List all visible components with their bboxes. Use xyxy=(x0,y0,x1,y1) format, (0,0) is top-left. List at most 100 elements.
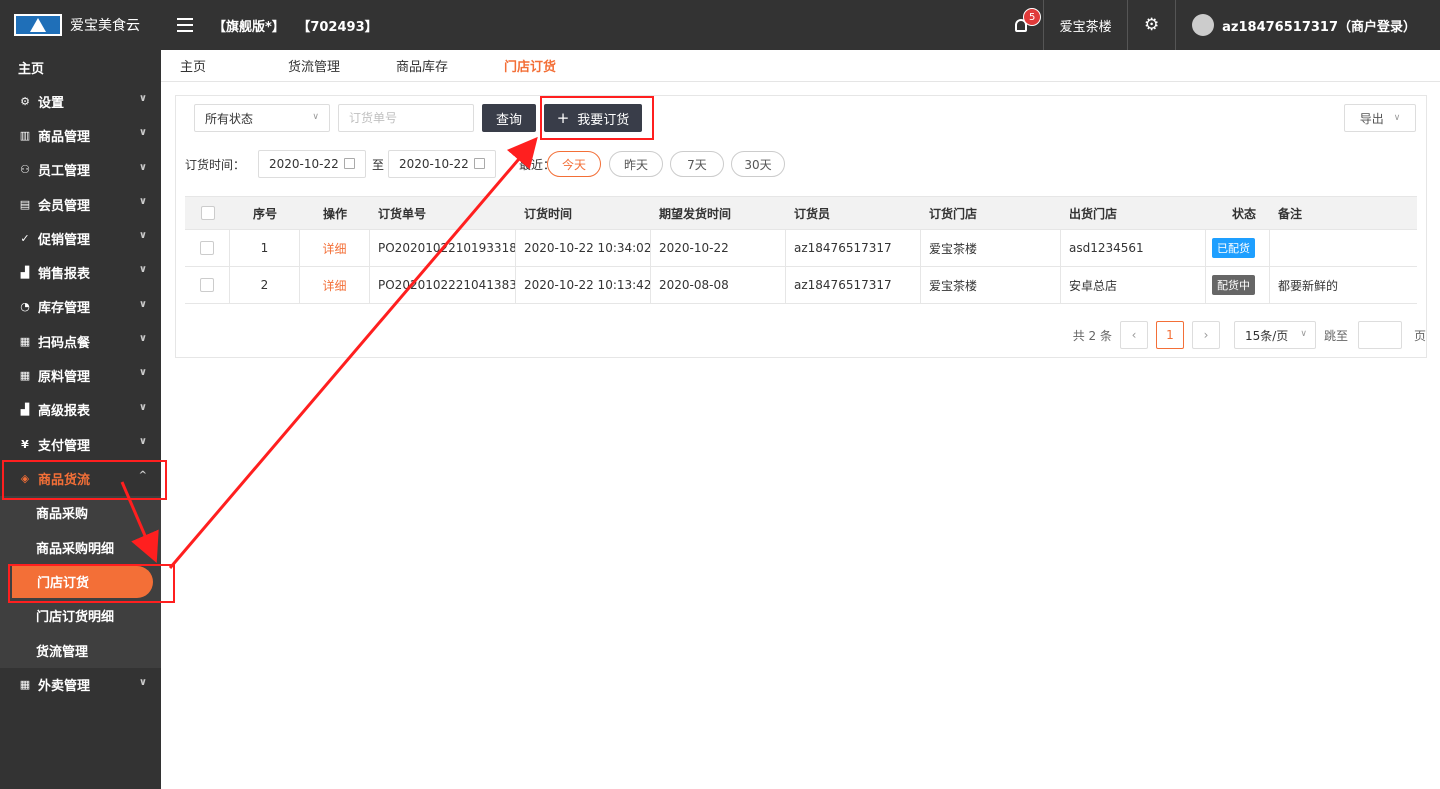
sidebar-item-menu[interactable]: ✓ 促销管理 ∨ xyxy=(0,221,161,255)
cell-text: 都要新鲜的 xyxy=(1278,278,1339,293)
chevron-down-icon: ∨ xyxy=(138,161,147,173)
chevron-down-icon: ∨ xyxy=(1300,329,1307,339)
tab-home[interactable]: 主页 xyxy=(180,56,206,75)
sidebar-item-menu[interactable]: ▦ 扫码点餐 ∨ xyxy=(0,324,161,358)
date-to-input[interactable]: 2020-10-22 xyxy=(388,150,496,178)
tab-store-order[interactable]: 门店订货 xyxy=(504,56,556,75)
sidebar-subitem[interactable]: 货流管理 xyxy=(4,633,161,668)
export-button[interactable]: 导出 ∨ xyxy=(1344,104,1416,132)
cell-text: PO20201022210413838 xyxy=(378,278,516,292)
status-badge: 已配货 xyxy=(1212,238,1255,258)
menu-icon: ⚇ xyxy=(20,163,30,177)
date-from-value: 2020-10-22 xyxy=(269,157,339,171)
chip-yesterday[interactable]: 昨天 xyxy=(609,151,663,177)
query-button[interactable]: 查询 xyxy=(482,104,536,132)
sidebar-item-menu[interactable]: ⚙ 设置 ∨ xyxy=(0,84,161,118)
header-op: 操作 xyxy=(322,206,347,221)
jump-label: 跳至 xyxy=(1323,328,1348,343)
menu-icon: ▟ xyxy=(20,266,30,280)
sidebar-item-label: 销售报表 xyxy=(38,267,91,283)
sidebar-subitem[interactable]: 门店订货 xyxy=(12,565,153,598)
detail-link[interactable]: 详细 xyxy=(322,240,346,257)
select-all-checkbox[interactable] xyxy=(185,197,230,229)
order-button-label: 我要订货 xyxy=(577,112,630,128)
jump-page-input[interactable] xyxy=(1357,321,1402,349)
sidebar-submenu: 商品采购 商品采购明细 门店订货 门店订货明细 货流管理 xyxy=(0,495,161,668)
cell-text: 2020-10-22 10:13:42 xyxy=(524,278,651,292)
chevron-down-icon: ∨ xyxy=(138,230,147,242)
menu-icon: ▥ xyxy=(19,128,31,142)
cell-text: 2020-10-22 10:34:02 xyxy=(524,241,651,255)
cell-text: 安卓总店 xyxy=(1069,278,1118,293)
order-button[interactable]: + 我要订货 xyxy=(544,104,642,132)
sidebar-item-label: 设置 xyxy=(38,95,65,111)
gear-icon: ⚙ xyxy=(1144,15,1160,35)
detail-link[interactable]: 详细 xyxy=(322,277,346,294)
sidebar-item-menu[interactable]: ▦ 外卖管理 ∨ xyxy=(0,668,161,702)
sidebar-menu: ⚙ 设置 ∨ ▥ 商品管理 ∨ ⚇ 员工管理 ∨ ▤ 会员管理 ∨ ✓ 促销管理 ∨ ▟ 销售报表 ∨ ◔ 库存管理 ∨… xyxy=(0,84,161,702)
sidebar-subitem[interactable]: 门店订货明细 xyxy=(4,599,161,634)
current-page[interactable]: 1 xyxy=(1155,321,1184,349)
cell-status: 配货中 xyxy=(1206,267,1270,303)
header-no: 序号 xyxy=(252,206,277,221)
brand-logo[interactable]: 爱宝美食云 xyxy=(0,0,161,50)
calendar-icon xyxy=(344,158,355,169)
current-store[interactable]: 爱宝茶楼 xyxy=(1044,0,1129,50)
chip-7days[interactable]: 7天 xyxy=(670,151,724,177)
menu-icon: ▟ xyxy=(20,403,30,417)
sidebar-item-menu[interactable]: ▥ 商品管理 ∨ xyxy=(0,118,161,152)
sidebar-item-goods-flow[interactable]: ◈ 商品货流 ^ xyxy=(0,461,161,495)
export-label: 导出 xyxy=(1359,111,1384,126)
row-checkbox[interactable] xyxy=(185,267,230,303)
chip-30days[interactable]: 30天 xyxy=(731,151,785,177)
row-checkbox[interactable] xyxy=(185,230,230,266)
page-unit: 页 xyxy=(1413,328,1426,343)
cell-text: 1 xyxy=(260,241,269,255)
sidebar-subitem[interactable]: 商品采购 xyxy=(4,496,161,531)
menu-toggle-icon[interactable] xyxy=(177,18,193,32)
chevron-down-icon: ∨ xyxy=(138,93,147,104)
header-status: 状态 xyxy=(1231,206,1256,221)
chip-today[interactable]: 今天 xyxy=(547,151,601,177)
order-table: 序号 操作 订货单号 订货时间 期望发货时间 订货员 订货门店 出货门店 状态 … xyxy=(185,196,1417,304)
user-menu[interactable]: az18476517317（商户登录） xyxy=(1176,0,1440,50)
avatar xyxy=(1192,14,1215,36)
sidebar-item-home[interactable]: 主页 xyxy=(0,50,161,84)
page-size-select[interactable]: 15条/页 ∨ xyxy=(1233,321,1316,349)
cell-time: 2020-10-22 10:34:02 xyxy=(516,230,651,266)
notification-button[interactable]: 5 xyxy=(998,0,1045,50)
logo-icon xyxy=(14,14,62,36)
status-select[interactable]: 所有状态 ∨ xyxy=(194,104,330,132)
sidebar-item-label: 扫码点餐 xyxy=(38,335,91,351)
menu-icon: ▦ xyxy=(19,369,31,383)
tab-inventory[interactable]: 商品库存 xyxy=(396,56,448,75)
cell-no: 2 xyxy=(230,267,300,303)
prev-page-button[interactable]: ‹ xyxy=(1119,321,1148,349)
cell-staff: az18476517317 xyxy=(786,230,921,266)
sidebar-item-menu[interactable]: ◔ 库存管理 ∨ xyxy=(0,290,161,324)
sidebar-item-menu[interactable]: ▟ 高级报表 ∨ xyxy=(0,393,161,427)
sidebar-item-menu[interactable]: ▟ 销售报表 ∨ xyxy=(0,255,161,289)
date-from-input[interactable]: 2020-10-22 xyxy=(258,150,366,178)
settings-button[interactable]: ⚙ xyxy=(1128,0,1177,50)
date-to-value: 2020-10-22 xyxy=(399,157,469,171)
cell-text: PO20201022101933187 xyxy=(378,241,516,255)
sidebar-item-menu[interactable]: ▦ 原料管理 ∨ xyxy=(0,358,161,392)
tab-flow[interactable]: 货流管理 xyxy=(288,56,340,75)
table-row: 2 详细 PO20201022210413838 2020-10-22 10:13:4… xyxy=(185,267,1417,304)
next-page-button[interactable]: › xyxy=(1191,321,1220,349)
menu-icon: ◔ xyxy=(20,300,30,314)
sidebar-item-menu[interactable]: ▤ 会员管理 ∨ xyxy=(0,187,161,221)
sidebar-item-label: 库存管理 xyxy=(38,301,91,317)
brand-name: 爱宝美食云 xyxy=(70,18,140,34)
sidebar-item-menu[interactable]: ¥ 支付管理 ∨ xyxy=(0,427,161,461)
order-no-input[interactable] xyxy=(338,104,474,132)
chevron-down-icon: ∨ xyxy=(138,298,147,310)
chevron-down-icon: ∨ xyxy=(1393,113,1401,123)
sidebar-item-menu[interactable]: ⚇ 员工管理 ∨ xyxy=(0,153,161,187)
sidebar-item-label: 支付管理 xyxy=(38,438,91,454)
tab-bar: 主页 货流管理 商品库存 门店订货 xyxy=(161,50,1440,82)
sidebar-subitem[interactable]: 商品采购明细 xyxy=(4,530,161,565)
cell-op: 详细 xyxy=(300,267,370,303)
chevron-down-icon: ∨ xyxy=(138,195,147,207)
